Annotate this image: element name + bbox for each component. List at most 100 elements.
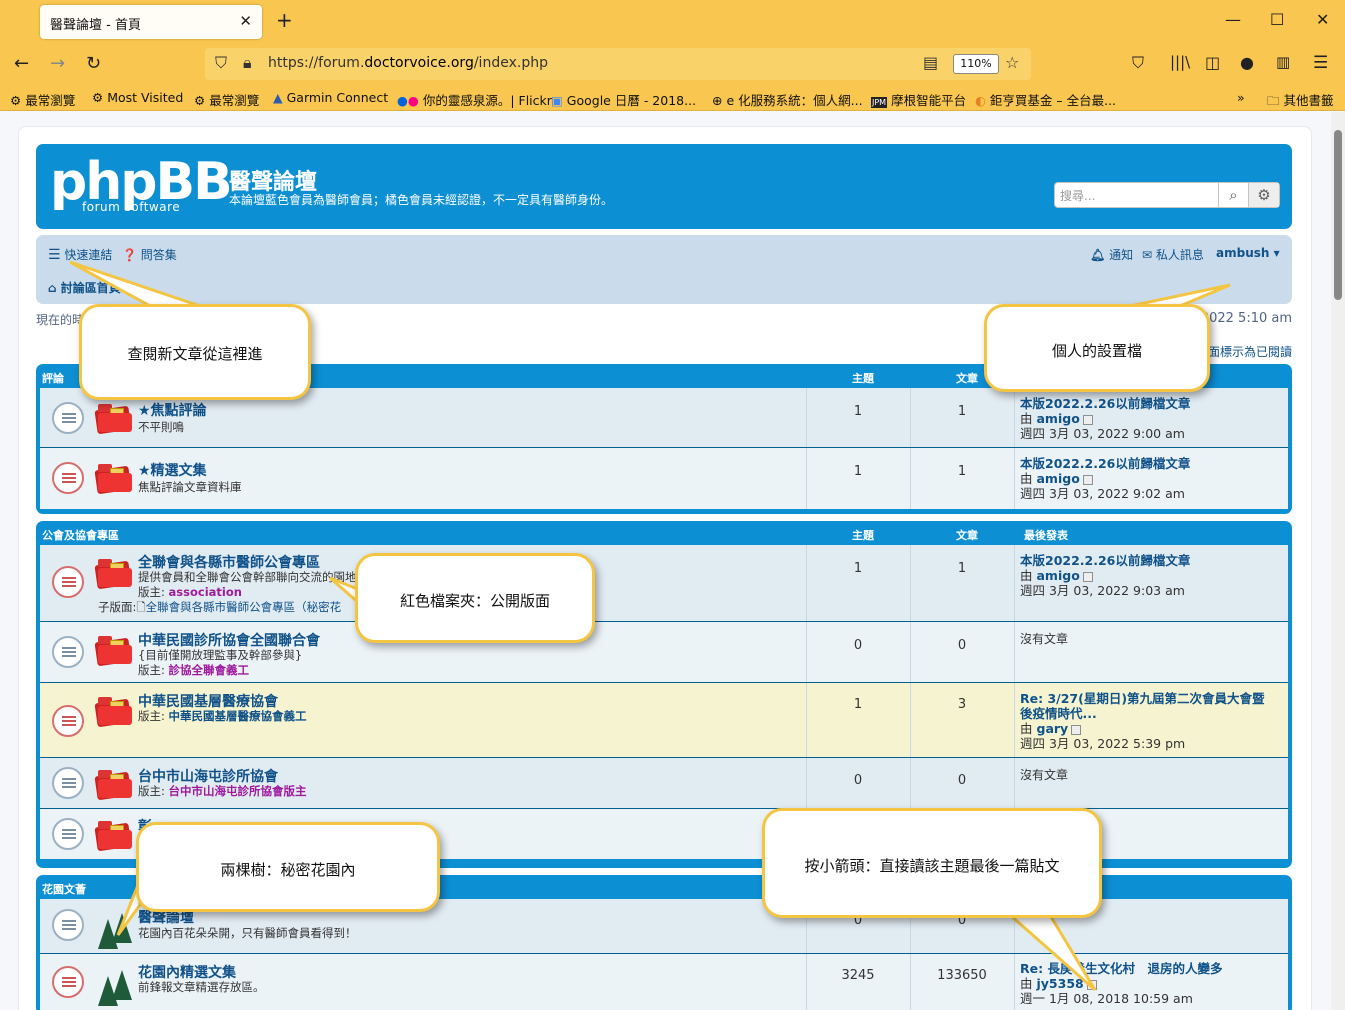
last-post-user[interactable]: jy5358: [1037, 976, 1084, 991]
notifications-link[interactable]: 🔔︎ 通知: [1090, 246, 1133, 263]
subforum-link[interactable]: 全聯會與各縣市醫師公會專區（秘密花: [146, 600, 342, 614]
last-post-user[interactable]: amigo: [1037, 568, 1080, 583]
browser-tab[interactable]: 醫聲論壇 - 首頁 ✕: [40, 5, 262, 39]
bookmark-item[interactable]: ⚙ Most Visited: [92, 90, 183, 105]
callout-quick-links: 查閱新文章從這裡進: [79, 304, 311, 400]
bookmark-folder-other[interactable]: 🗀︎ 其他書籤: [1267, 90, 1334, 113]
last-post-user[interactable]: gary: [1037, 721, 1069, 736]
forum-title[interactable]: ★焦點評論: [138, 400, 207, 420]
board-index-link[interactable]: ⌂ 討論區首頁: [48, 279, 121, 296]
forum-row: 中華民國診所協會全國聯合會 {目前僅開放理監事及幹部參與} 版主: 診協全聯會義…: [40, 622, 1288, 683]
bookmark-item[interactable]: ⚙ 最常瀏覽: [194, 90, 259, 109]
forum-moderator: 版主: 診協全聯會義工: [138, 663, 250, 677]
bookmark-item[interactable]: ◐ 鉅亨買基金 – 全台最...: [975, 90, 1116, 109]
forum-read-icon: [52, 767, 84, 799]
last-post-time: 週四 3月 03, 2022 5:39 pm: [1020, 736, 1186, 751]
phpbb-logo[interactable]: phpBB forum software: [50, 156, 233, 216]
last-post-title[interactable]: Re: 3/27(星期日)第九屆第二次會員大會暨: [1020, 691, 1265, 706]
tab-title: 醫聲論壇 - 首頁: [50, 18, 141, 33]
quick-links-menu[interactable]: ☰ 快速連結: [48, 246, 112, 263]
library-icon[interactable]: |||\: [1170, 53, 1190, 71]
bookmark-item[interactable]: ⊕ e 化服務系統：個人網...: [712, 90, 863, 109]
zoom-level[interactable]: 110%: [953, 54, 999, 74]
forward-icon[interactable]: →: [50, 53, 65, 74]
last-post-title-cont[interactable]: 後疫情時代...: [1020, 706, 1265, 721]
two-trees-icon: [98, 911, 134, 949]
gear-icon[interactable]: ⚙: [1248, 183, 1279, 207]
view-latest-post-icon[interactable]: [1082, 571, 1093, 582]
pocket-icon[interactable]: ⛉: [1132, 53, 1144, 73]
red-folder-icon: [94, 697, 132, 728]
last-post-title[interactable]: 本版2022.2.26以前歸檔文章: [1020, 553, 1190, 568]
category-title[interactable]: 評論: [42, 370, 64, 386]
search-icon[interactable]: ⌕: [1218, 183, 1248, 207]
sidebar-icon[interactable]: ◫: [1205, 53, 1220, 72]
faq-link[interactable]: ❓ 問答集: [122, 246, 177, 263]
post-count: 133650: [937, 968, 987, 983]
forum-description: 提供會員和全聯會公會幹部聯向交流的園地: [138, 570, 357, 584]
reload-icon[interactable]: ↻: [86, 53, 101, 74]
mark-read-link[interactable]: 面標示為已閱讀: [1208, 343, 1292, 360]
user-menu[interactable]: ambush ▾: [1216, 246, 1280, 260]
topic-count: 1: [853, 464, 863, 479]
close-tab-icon[interactable]: ✕: [239, 12, 252, 30]
category-block: 公會及協會專區 主題 文章 最後發表 全聯會與各縣市醫師公會專區 提供會員和全聯…: [36, 521, 1292, 868]
forum-title[interactable]: ★精選文集: [138, 460, 207, 480]
current-time-right: 2022 5:10 am: [1200, 311, 1292, 326]
bookmark-item[interactable]: ●● 你的靈感泉源。| Flickr: [397, 90, 552, 109]
last-post-user[interactable]: amigo: [1037, 471, 1080, 486]
bookmark-item[interactable]: ▲ Garmin Connect: [273, 90, 388, 105]
forum-read-icon: [52, 909, 84, 941]
new-tab-icon[interactable]: +: [276, 8, 293, 32]
menu-icon[interactable]: ☰: [1313, 53, 1328, 73]
last-post: Re: 3/27(星期日)第九屆第二次會員大會暨 後疫情時代... 由 gary…: [1020, 691, 1265, 751]
bookmark-star-icon[interactable]: ☆: [1005, 53, 1019, 72]
extension-icon[interactable]: ●: [1240, 53, 1254, 72]
more-bookmarks-icon[interactable]: »: [1237, 90, 1245, 105]
close-window-icon[interactable]: ✕: [1316, 10, 1329, 29]
private-messages-link[interactable]: ✉ 私人訊息: [1142, 246, 1204, 263]
extension2-icon[interactable]: ▥: [1276, 53, 1290, 71]
lock-icon[interactable]: 🔒︎: [243, 53, 252, 73]
post-count: 0: [957, 638, 967, 653]
forum-description: 前鋒報文章精選存放區。: [138, 980, 265, 994]
reader-view-icon[interactable]: ▤: [923, 53, 938, 72]
bookmark-item[interactable]: ⚙ 最常瀏覽: [10, 90, 75, 109]
red-folder-icon: [94, 464, 132, 495]
last-post: 本版2022.2.26以前歸檔文章 由 amigo 週四 3月 03, 2022…: [1020, 396, 1191, 441]
minimize-icon[interactable]: —: [1225, 10, 1241, 29]
bookmark-item[interactable]: ▣ Google 日曆 - 2018...: [551, 90, 696, 109]
view-latest-post-icon[interactable]: [1086, 979, 1097, 990]
moderator-name[interactable]: 中華民國基層醫療協會義工: [169, 709, 307, 723]
last-post: Re: 長庚養生文化村 退房的人變多 由 jy5358 週一 1月 08, 20…: [1020, 961, 1223, 1006]
view-latest-post-icon[interactable]: [1082, 414, 1093, 425]
bookmark-item[interactable]: JPM 摩根智能平台: [871, 90, 966, 109]
moderator-name[interactable]: 診協全聯會義工: [169, 663, 250, 677]
url-text[interactable]: https://forum.doctorvoice.org/index.php: [268, 55, 548, 71]
url-bar[interactable]: ⛉ 🔒︎ https://forum.doctorvoice.org/index…: [205, 48, 1031, 80]
last-post-title[interactable]: Re: 長庚養生文化村 退房的人變多: [1020, 961, 1222, 976]
scrollbar-thumb[interactable]: [1334, 130, 1342, 300]
forum-row: 全聯會與各縣市醫師公會專區 提供會員和全聯會公會幹部聯向交流的園地 版主: as…: [40, 545, 1288, 622]
forum-row: 台中市山海屯診所協會 版主: 台中市山海屯診所協會版主 0 0 沒有文章: [40, 758, 1288, 809]
category-title[interactable]: 公會及協會專區: [42, 527, 119, 543]
search-input[interactable]: 搜尋...: [1060, 187, 1095, 204]
back-icon[interactable]: ←: [14, 53, 29, 74]
shield-icon[interactable]: ⛉: [215, 53, 227, 73]
last-post-title[interactable]: 本版2022.2.26以前歸檔文章: [1020, 396, 1190, 411]
view-latest-post-icon[interactable]: [1082, 474, 1093, 485]
callout-trees: 兩棵樹：秘密花園內: [136, 822, 440, 912]
no-posts: 沒有文章: [1020, 768, 1069, 782]
maximize-icon[interactable]: ☐: [1270, 10, 1284, 29]
site-header: phpBB forum software 醫聲論壇 本論壇藍色會員為醫師會員；橘…: [36, 144, 1292, 229]
category-title[interactable]: 花園文薈: [42, 881, 86, 897]
search-box: 搜尋... ⌕ ⚙: [1054, 182, 1280, 208]
last-post-title[interactable]: 本版2022.2.26以前歸檔文章: [1020, 456, 1190, 471]
callout-arrow: 按小箭頭：直接讀該主題最後一篇貼文: [762, 808, 1102, 918]
nav-bar: ← → ↻ ⛉ 🔒︎ https://forum.doctorvoice.org…: [0, 44, 1345, 86]
moderator-name[interactable]: 台中市山海屯診所協會版主: [169, 784, 307, 798]
page-scrollbar[interactable]: [1331, 112, 1345, 1010]
moderator-name[interactable]: association: [169, 585, 242, 599]
last-post-user[interactable]: amigo: [1037, 411, 1080, 426]
view-latest-post-icon[interactable]: [1071, 724, 1082, 735]
